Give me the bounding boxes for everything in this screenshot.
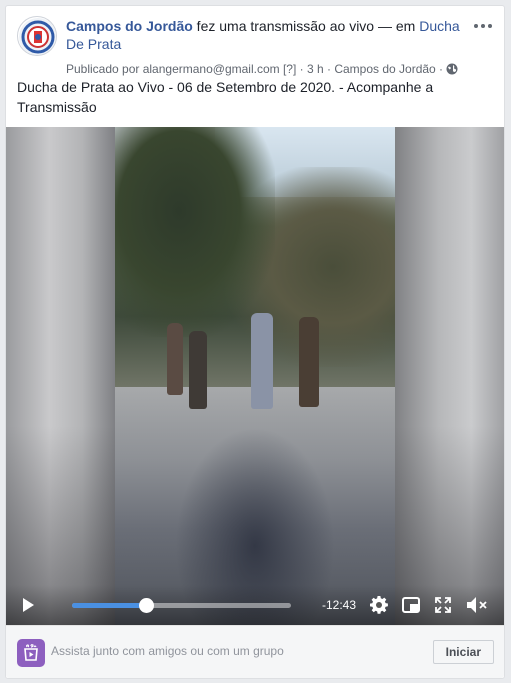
video-blur-right	[395, 127, 504, 625]
video-player[interactable]: -12:43	[6, 127, 504, 625]
publisher-link[interactable]: alangermano@gmail.com	[143, 62, 280, 76]
settings-button[interactable]	[368, 585, 390, 625]
fullscreen-button[interactable]	[432, 585, 454, 625]
watch-party-prompt: Assista junto com amigos ou com um grupo	[51, 644, 284, 658]
play-button[interactable]	[18, 585, 38, 625]
post-title-line: Campos do Jordão fez uma transmissão ao …	[66, 17, 466, 53]
published-by-label: Publicado por	[66, 62, 143, 76]
pip-button[interactable]	[400, 585, 422, 625]
volume-button[interactable]	[464, 585, 490, 625]
start-watch-party-button[interactable]: Iniciar	[432, 640, 494, 664]
progress-scrubber[interactable]	[139, 598, 155, 613]
help-marker[interactable]: [?]	[280, 62, 300, 76]
video-frame	[115, 127, 395, 625]
page-avatar[interactable]	[17, 16, 57, 56]
video-controls: -12:43	[6, 585, 504, 625]
progress-bar[interactable]	[72, 598, 291, 613]
globe-icon	[446, 62, 458, 76]
watch-party-bar: Assista junto com amigos ou com um grupo…	[6, 625, 504, 678]
volume-muted-icon	[467, 597, 487, 613]
video-blur-left	[6, 127, 115, 625]
remaining-time: -12:43	[322, 598, 357, 612]
watch-party-icon	[17, 639, 45, 667]
gear-icon	[370, 596, 388, 614]
post-meta: Publicado por alangermano@gmail.com [?] …	[66, 61, 486, 77]
post-header: Campos do Jordão fez uma transmissão ao …	[17, 16, 495, 76]
page-name-link[interactable]: Campos do Jordão	[66, 18, 193, 34]
timestamp-link[interactable]: · 3 h ·	[300, 62, 331, 76]
progress-fill	[72, 603, 147, 608]
post-action-text: fez uma transmissão ao vivo — em	[192, 18, 420, 34]
post-card: Campos do Jordão fez uma transmissão ao …	[5, 5, 505, 679]
post-caption: Ducha de Prata ao Vivo - 06 de Setembro …	[17, 79, 434, 115]
more-options-button[interactable]	[471, 16, 495, 36]
pip-icon	[402, 597, 420, 613]
play-icon	[23, 598, 34, 612]
place-link[interactable]: Campos do Jordão ·	[331, 62, 443, 76]
fullscreen-icon	[435, 597, 451, 613]
